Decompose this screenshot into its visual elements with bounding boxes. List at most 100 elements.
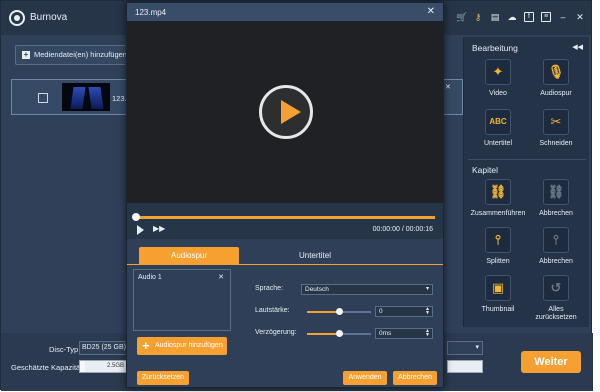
tab-underline xyxy=(127,264,443,265)
audio-track-list: Audio 1 ✕ xyxy=(133,269,231,331)
stepper-arrows-icon[interactable]: ▲ ▼ xyxy=(425,329,430,338)
volume-stepper[interactable]: 0 ▲ ▼ xyxy=(375,306,433,317)
audiospur-tool[interactable]: 🎙 Audiospur xyxy=(528,59,584,98)
volume-slider[interactable] xyxy=(307,308,371,315)
unmerge-tool[interactable]: ⛓ Abbrechen xyxy=(528,179,584,218)
volume-label: Lautstärke: xyxy=(255,307,290,314)
facebook-icon[interactable]: f xyxy=(524,12,534,22)
cart-icon[interactable]: 🛒 xyxy=(456,12,467,22)
capacity-value: 2.5GB xyxy=(106,363,124,369)
edit-side-panel: Bearbeitung ◀◀ ✦ Video 🎙 Audiospur ABC U… xyxy=(463,37,589,327)
volume-slider-fill xyxy=(307,311,339,313)
untertitel-tool[interactable]: ABC Untertitel xyxy=(470,109,526,148)
merge-tool-label: Zusammenführen xyxy=(470,210,526,217)
add-media-label: Mediendatei(en) hinzufügen xyxy=(34,50,127,59)
delay-slider[interactable] xyxy=(307,330,371,337)
audio-edit-dialog: 123.mp4 ✕ ▶▶ 00:00:00 / 00:00:16 Audiosp… xyxy=(126,2,444,388)
reset-icon: ↺ xyxy=(543,275,569,301)
audiospur-tool-label: Audiospur xyxy=(540,90,572,97)
unsplit-tool-label: Abbrechen xyxy=(539,258,573,265)
apply-button[interactable]: Anwenden xyxy=(343,371,387,385)
split-tool[interactable]: ⫯ Splitten xyxy=(470,227,526,266)
dialog-title: 123.mp4 xyxy=(135,8,167,17)
edit-section-title: Bearbeitung xyxy=(472,43,518,53)
close-icon[interactable]: ✕ xyxy=(575,12,585,22)
plus-icon: + xyxy=(142,338,150,353)
link-icon: ⛓ xyxy=(485,179,511,205)
disc-type-label: Disc-Typ xyxy=(49,345,79,354)
seek-bar[interactable] xyxy=(132,213,435,221)
chat-icon[interactable]: ☁ xyxy=(507,12,517,22)
reset-all-tool[interactable]: ↺ Alles zurücksetzen xyxy=(528,275,584,322)
delay-label: Verzögerung: xyxy=(255,329,297,336)
app-title: Burnova xyxy=(30,12,68,23)
time-current: 00:00:00 xyxy=(372,226,400,233)
tab-untertitel[interactable]: Untertitel xyxy=(265,247,365,265)
video-tool[interactable]: ✦ Video xyxy=(470,59,526,98)
menu-icon[interactable]: ≡ xyxy=(541,12,551,22)
volume-slider-handle[interactable] xyxy=(336,308,343,315)
add-media-button[interactable]: + Mediendatei(en) hinzufügen xyxy=(15,45,131,65)
video-preview[interactable] xyxy=(127,21,443,203)
minimize-icon[interactable]: – xyxy=(558,12,568,22)
delay-slider-handle[interactable] xyxy=(336,330,343,337)
microphone-icon: 🎙 xyxy=(543,59,569,85)
output-field[interactable] xyxy=(447,360,483,373)
volume-value: 0 xyxy=(379,308,383,315)
unmerge-tool-label: Abbrechen xyxy=(539,210,573,217)
reset-button[interactable]: Zurücksetzen xyxy=(137,371,189,385)
merge-tool[interactable]: ⛓ Zusammenführen xyxy=(470,179,526,218)
schneiden-tool-label: Schneiden xyxy=(539,140,573,147)
stepper-arrows-icon[interactable]: ▲ ▼ xyxy=(425,307,430,316)
delay-value: 0ms xyxy=(379,330,392,337)
dialog-title-bar: 123.mp4 ✕ xyxy=(127,3,443,21)
capacity-label: Geschätzte Kapazität: xyxy=(11,363,85,372)
unlink-icon: ⛓ xyxy=(543,179,569,205)
time-display: 00:00:00 / 00:00:16 xyxy=(373,226,433,233)
capacity-bar: 2.5GB xyxy=(79,360,127,373)
reset-all-tool-label: Alles zurücksetzen xyxy=(535,306,577,321)
unsplit-tool[interactable]: ⫯ Abbrechen xyxy=(528,227,584,266)
play-overlay-icon[interactable] xyxy=(259,85,313,139)
collapse-panel-icon[interactable]: ◀◀ xyxy=(572,43,583,51)
file-checkbox[interactable] xyxy=(38,93,48,103)
edit-tabs: Audiospur Untertitel xyxy=(127,247,443,265)
seek-handle[interactable] xyxy=(132,213,140,221)
split-icon: ⫯ xyxy=(485,227,511,253)
burnova-logo-icon xyxy=(9,10,25,26)
remove-file-icon[interactable]: ✕ xyxy=(445,83,451,91)
thumbnail-tool[interactable]: ▣ Thumbnail xyxy=(470,275,526,314)
playback-controls: ▶▶ 00:00:00 / 00:00:16 xyxy=(127,203,443,239)
thumbnail-tool-label: Thumbnail xyxy=(481,306,515,313)
language-select[interactable]: Deutsch ▾ xyxy=(301,284,433,295)
add-audio-track-button[interactable]: + Audiospur hinzufügen xyxy=(137,337,227,355)
thumbnail-icon: ▣ xyxy=(485,275,511,301)
capacity-bar-fill xyxy=(80,361,85,372)
toolbar-icons: 🛒 ⚷ ▤ ☁ f ≡ – ✕ xyxy=(456,12,585,22)
language-label: Sprache: xyxy=(255,285,284,292)
schneiden-tool[interactable]: ✂ Schneiden xyxy=(528,109,584,148)
document-icon[interactable]: ▤ xyxy=(490,12,500,22)
chevron-down-icon: ▾ xyxy=(425,286,429,292)
audio-track-item[interactable]: Audio 1 xyxy=(138,274,162,281)
split-tool-label: Splitten xyxy=(486,258,510,265)
time-separator: / xyxy=(401,226,404,233)
video-tool-label: Video xyxy=(489,90,507,97)
time-total: 00:00:16 xyxy=(405,226,433,233)
key-icon[interactable]: ⚷ xyxy=(473,12,483,22)
dialog-close-icon[interactable]: ✕ xyxy=(427,6,435,17)
chapter-section-title: Kapitel xyxy=(472,165,498,175)
weiter-button[interactable]: Weiter xyxy=(521,351,581,373)
quality-select[interactable]: ▾ xyxy=(447,341,483,355)
disc-type-select[interactable]: BD25 (25 GB) xyxy=(79,341,127,355)
plus-icon: + xyxy=(22,50,30,59)
tab-audiospur[interactable]: Audiospur xyxy=(139,247,239,265)
remove-track-icon[interactable]: ✕ xyxy=(218,273,224,281)
magic-wand-icon: ✦ xyxy=(485,59,511,85)
untertitel-tool-label: Untertitel xyxy=(483,140,512,147)
fast-forward-icon[interactable]: ▶▶ xyxy=(153,224,165,233)
scissors-icon: ✂ xyxy=(543,109,569,135)
cancel-button[interactable]: Abbrechen xyxy=(393,371,437,385)
play-icon[interactable] xyxy=(137,225,144,235)
delay-stepper[interactable]: 0ms ▲ ▼ xyxy=(375,328,433,339)
